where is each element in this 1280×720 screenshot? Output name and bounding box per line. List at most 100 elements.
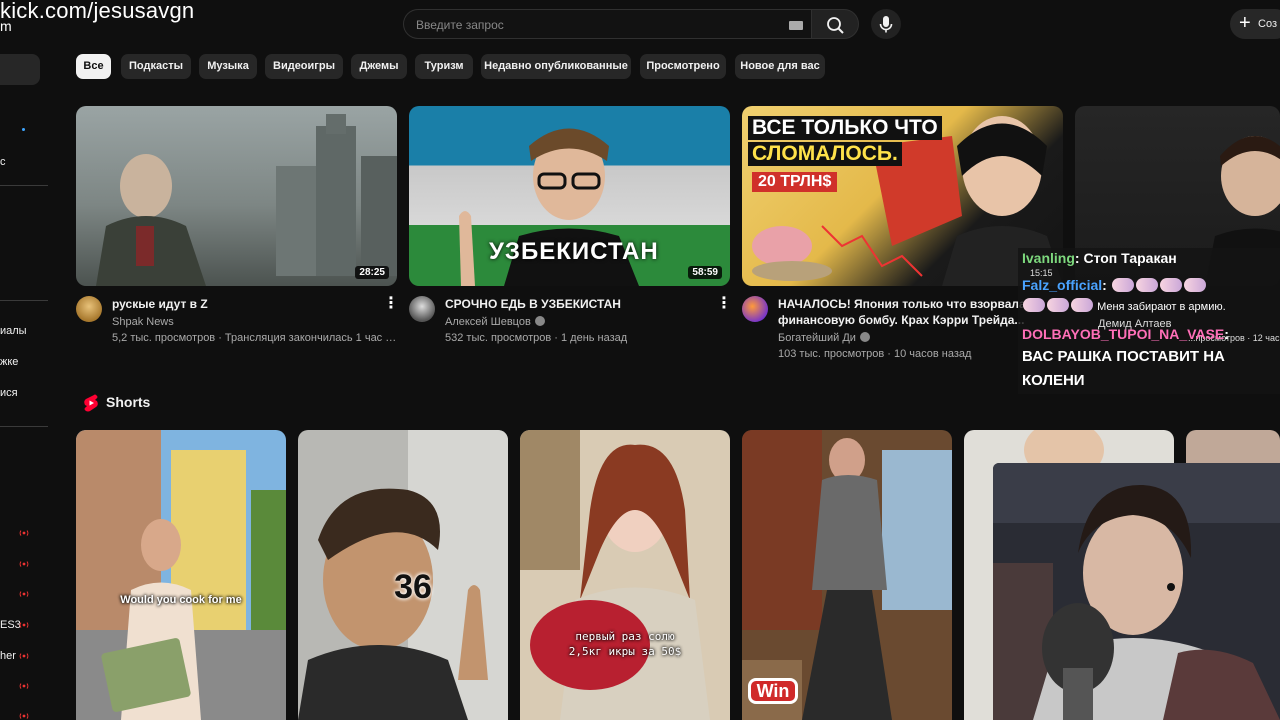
create-button[interactable]: + Соз: [1230, 9, 1280, 39]
thumbnail-text: УЗБЕКИСТАН: [489, 238, 659, 265]
chat-message: КОЛЕНИ: [1022, 372, 1085, 389]
search-box[interactable]: [403, 9, 811, 39]
sidebar-channel-label[interactable]: her: [0, 650, 16, 662]
short-thumbnail: [742, 430, 952, 720]
thumbnail-text-line: ВСЕ ТОЛЬКО ЧТО: [748, 116, 942, 140]
video-channel[interactable]: Shpak News: [112, 316, 174, 328]
live-icon: [19, 591, 29, 597]
live-icon: [19, 683, 29, 689]
video-duration: 28:25: [355, 266, 389, 279]
stream-chat-overlay: Ivanling: Стоп Таракан 15:15 Falz_offici…: [1018, 248, 1280, 394]
chip-jams[interactable]: Джемы: [351, 54, 407, 79]
short-caption: первый раз солю: [575, 630, 675, 643]
video-thumbnail[interactable]: 28:25: [76, 106, 397, 286]
short-caption: 36: [394, 568, 432, 606]
video-duration: 58:59: [688, 266, 722, 279]
chip-videogames[interactable]: Видеоигры: [265, 54, 343, 79]
stream-overlay-url: kick.com/jesusavgn: [0, 0, 195, 23]
sidebar-item-label[interactable]: иалы: [0, 325, 27, 337]
verified-icon: [534, 316, 545, 326]
video-title[interactable]: рускые идут в Z: [112, 296, 382, 312]
chat-text: Меня забирают в армию.: [1097, 301, 1226, 313]
short-card[interactable]: Would you cook for me: [76, 430, 286, 720]
emote-icon: [1135, 278, 1158, 292]
emote-icon: [1183, 278, 1206, 292]
emote-icon: [1023, 298, 1045, 312]
emote-icon: [1159, 278, 1182, 292]
chat-username: Ivanling: [1022, 250, 1075, 266]
keyboard-icon[interactable]: [789, 21, 803, 30]
microphone-icon: [879, 16, 893, 33]
sidebar-divider: [0, 185, 48, 186]
voice-search-button[interactable]: [871, 9, 901, 39]
emote-icon: [1111, 278, 1134, 292]
win-logo: Win: [748, 678, 798, 704]
chat-message: ВАС РАШКА ПОСТАВИТ НА: [1022, 348, 1225, 365]
chip-music[interactable]: Музыка: [199, 54, 257, 79]
search-input[interactable]: [416, 16, 776, 34]
live-icon: [19, 530, 29, 536]
video-meta: 5,2 тыс. просмотров · Трансляция закончи…: [112, 332, 397, 344]
chip-podcasts[interactable]: Подкасты: [121, 54, 191, 79]
short-thumbnail: [76, 430, 286, 720]
sidebar-item-label[interactable]: жке: [0, 356, 18, 368]
search-button[interactable]: [811, 9, 859, 39]
live-icon: [19, 713, 29, 719]
chat-username: Falz_official: [1022, 277, 1103, 293]
sidebar-item-label[interactable]: с: [0, 156, 6, 168]
short-caption: 2,5кг икры за 50$: [568, 645, 682, 658]
verified-icon: [859, 332, 870, 342]
emote-icon: [1047, 298, 1069, 312]
thumbnail-text-line: СЛОМАЛОСЬ.: [748, 142, 902, 166]
streamer-webcam: [993, 463, 1280, 720]
chip-watched[interactable]: Просмотрено: [640, 54, 726, 79]
video-title-line: НАЧАЛОСЬ! Япония только что взорвала: [778, 297, 1026, 311]
more-options-icon[interactable]: ⋮: [383, 296, 399, 314]
video-title[interactable]: СРОЧНО ЕДЬ В УЗБЕКИСТАН: [445, 296, 715, 312]
sidebar-divider: [0, 300, 48, 301]
thumbnail-art: [96, 114, 397, 286]
chat-text: :: [1224, 326, 1229, 342]
live-icon: [19, 622, 29, 628]
channel-name: Алексей Шевцов: [445, 316, 531, 328]
sidebar-item-home[interactable]: [0, 54, 40, 85]
short-card[interactable]: первый раз солю 2,5кг икры за 50$: [520, 430, 730, 720]
chip-new-for-you[interactable]: Новое для вас: [735, 54, 825, 79]
shorts-title: Shorts: [106, 394, 151, 410]
chat-message: Ivanling: Стоп Таракан: [1022, 250, 1177, 266]
chat-text: : Стоп Таракан: [1074, 250, 1177, 266]
sidebar-divider: [0, 426, 48, 427]
short-card[interactable]: Win: [742, 430, 952, 720]
search-icon: [827, 17, 844, 34]
live-icon: [19, 653, 29, 659]
chat-message: Меня забирают в армию.: [1022, 298, 1226, 313]
chip-all[interactable]: Все: [76, 54, 111, 79]
channel-avatar[interactable]: [76, 296, 102, 322]
thumbnail-badge: 20 ТРЛН$: [752, 172, 838, 192]
short-card[interactable]: 36: [298, 430, 508, 720]
channel-avatar[interactable]: [742, 296, 768, 322]
create-label: Соз: [1258, 18, 1277, 30]
channel-name: Богатейший Ди: [778, 332, 856, 344]
video-title[interactable]: НАЧАЛОСЬ! Япония только что взорвала фин…: [778, 296, 1048, 328]
video-channel[interactable]: Алексей Шевцов: [445, 316, 545, 328]
sidebar-item-label[interactable]: ися: [0, 387, 18, 399]
chip-tourism[interactable]: Туризм: [415, 54, 473, 79]
video-thumbnail[interactable]: ВСЕ ТОЛЬКО ЧТО СЛОМАЛОСЬ. 20 ТРЛН$: [742, 106, 1063, 286]
channel-avatar[interactable]: [409, 296, 435, 322]
chip-recently-uploaded[interactable]: Недавно опубликованные: [481, 54, 631, 79]
thumbnail-headline: ВСЕ ТОЛЬКО ЧТО СЛОМАЛОСЬ. 20 ТРЛН$: [748, 116, 942, 192]
short-thumbnail: [520, 430, 730, 720]
video-thumbnail[interactable]: УЗБЕКИСТАН 58:59: [409, 106, 730, 286]
chat-text: :: [1102, 277, 1107, 293]
emote-icon: [1071, 298, 1093, 312]
more-options-icon[interactable]: ⋮: [716, 296, 732, 314]
short-caption: Would you cook for me: [120, 594, 242, 606]
sidebar-new-indicator: [22, 128, 25, 131]
video-channel[interactable]: Богатейший Ди: [778, 332, 870, 344]
chat-message: DOLBAYOB_TUPOI_NA_VASE:: [1022, 326, 1229, 342]
plus-icon: +: [1239, 12, 1251, 34]
live-icon: [19, 561, 29, 567]
stream-overlay-sub: m: [0, 18, 12, 34]
webcam-image: [993, 463, 1280, 720]
